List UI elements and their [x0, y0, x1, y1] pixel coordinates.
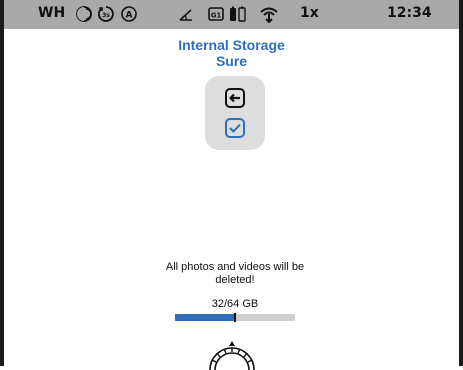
confirm-button[interactable]: [222, 115, 248, 141]
svg-text:A: A: [126, 11, 133, 21]
dialog-title: Internal Storage: [178, 37, 285, 53]
storage-usage-bar: [175, 313, 295, 322]
timer-icon: 3s: [97, 5, 115, 23]
back-button[interactable]: [222, 85, 248, 111]
action-panel: [205, 76, 265, 150]
storage-capacity: 32/64 GB: [211, 298, 259, 310]
storage-usage-fill: [175, 314, 235, 321]
auto-icon: A: [120, 5, 138, 23]
checkbox-check-icon: [225, 118, 245, 138]
moon-icon: [75, 5, 93, 23]
g1-label: G1: [211, 12, 222, 20]
angle-icon: [177, 5, 195, 23]
g1-icon: G1: [207, 5, 225, 23]
status-left-label: WH: [38, 5, 66, 21]
wifi-icon: [259, 5, 279, 23]
battery-icon: [229, 5, 247, 23]
dialog-subtitle: Sure: [215, 53, 248, 69]
svg-text:3s: 3s: [102, 12, 110, 19]
warning-line-2: deleted!: [215, 274, 255, 286]
clock: 12:34: [387, 5, 432, 21]
speed-label: 1x: [300, 5, 319, 21]
screen: WH 3s A G1 1x 12:34 Internal Storage Sur…: [0, 0, 463, 370]
warning-line-1: All photos and videos will be: [165, 261, 305, 273]
storage-usage-marker: [234, 313, 236, 322]
status-bar: WH 3s A G1 1x 12:34: [4, 0, 459, 29]
warning-message: All photos and videos will be deleted!: [140, 261, 330, 287]
back-arrow-icon: [225, 88, 245, 108]
